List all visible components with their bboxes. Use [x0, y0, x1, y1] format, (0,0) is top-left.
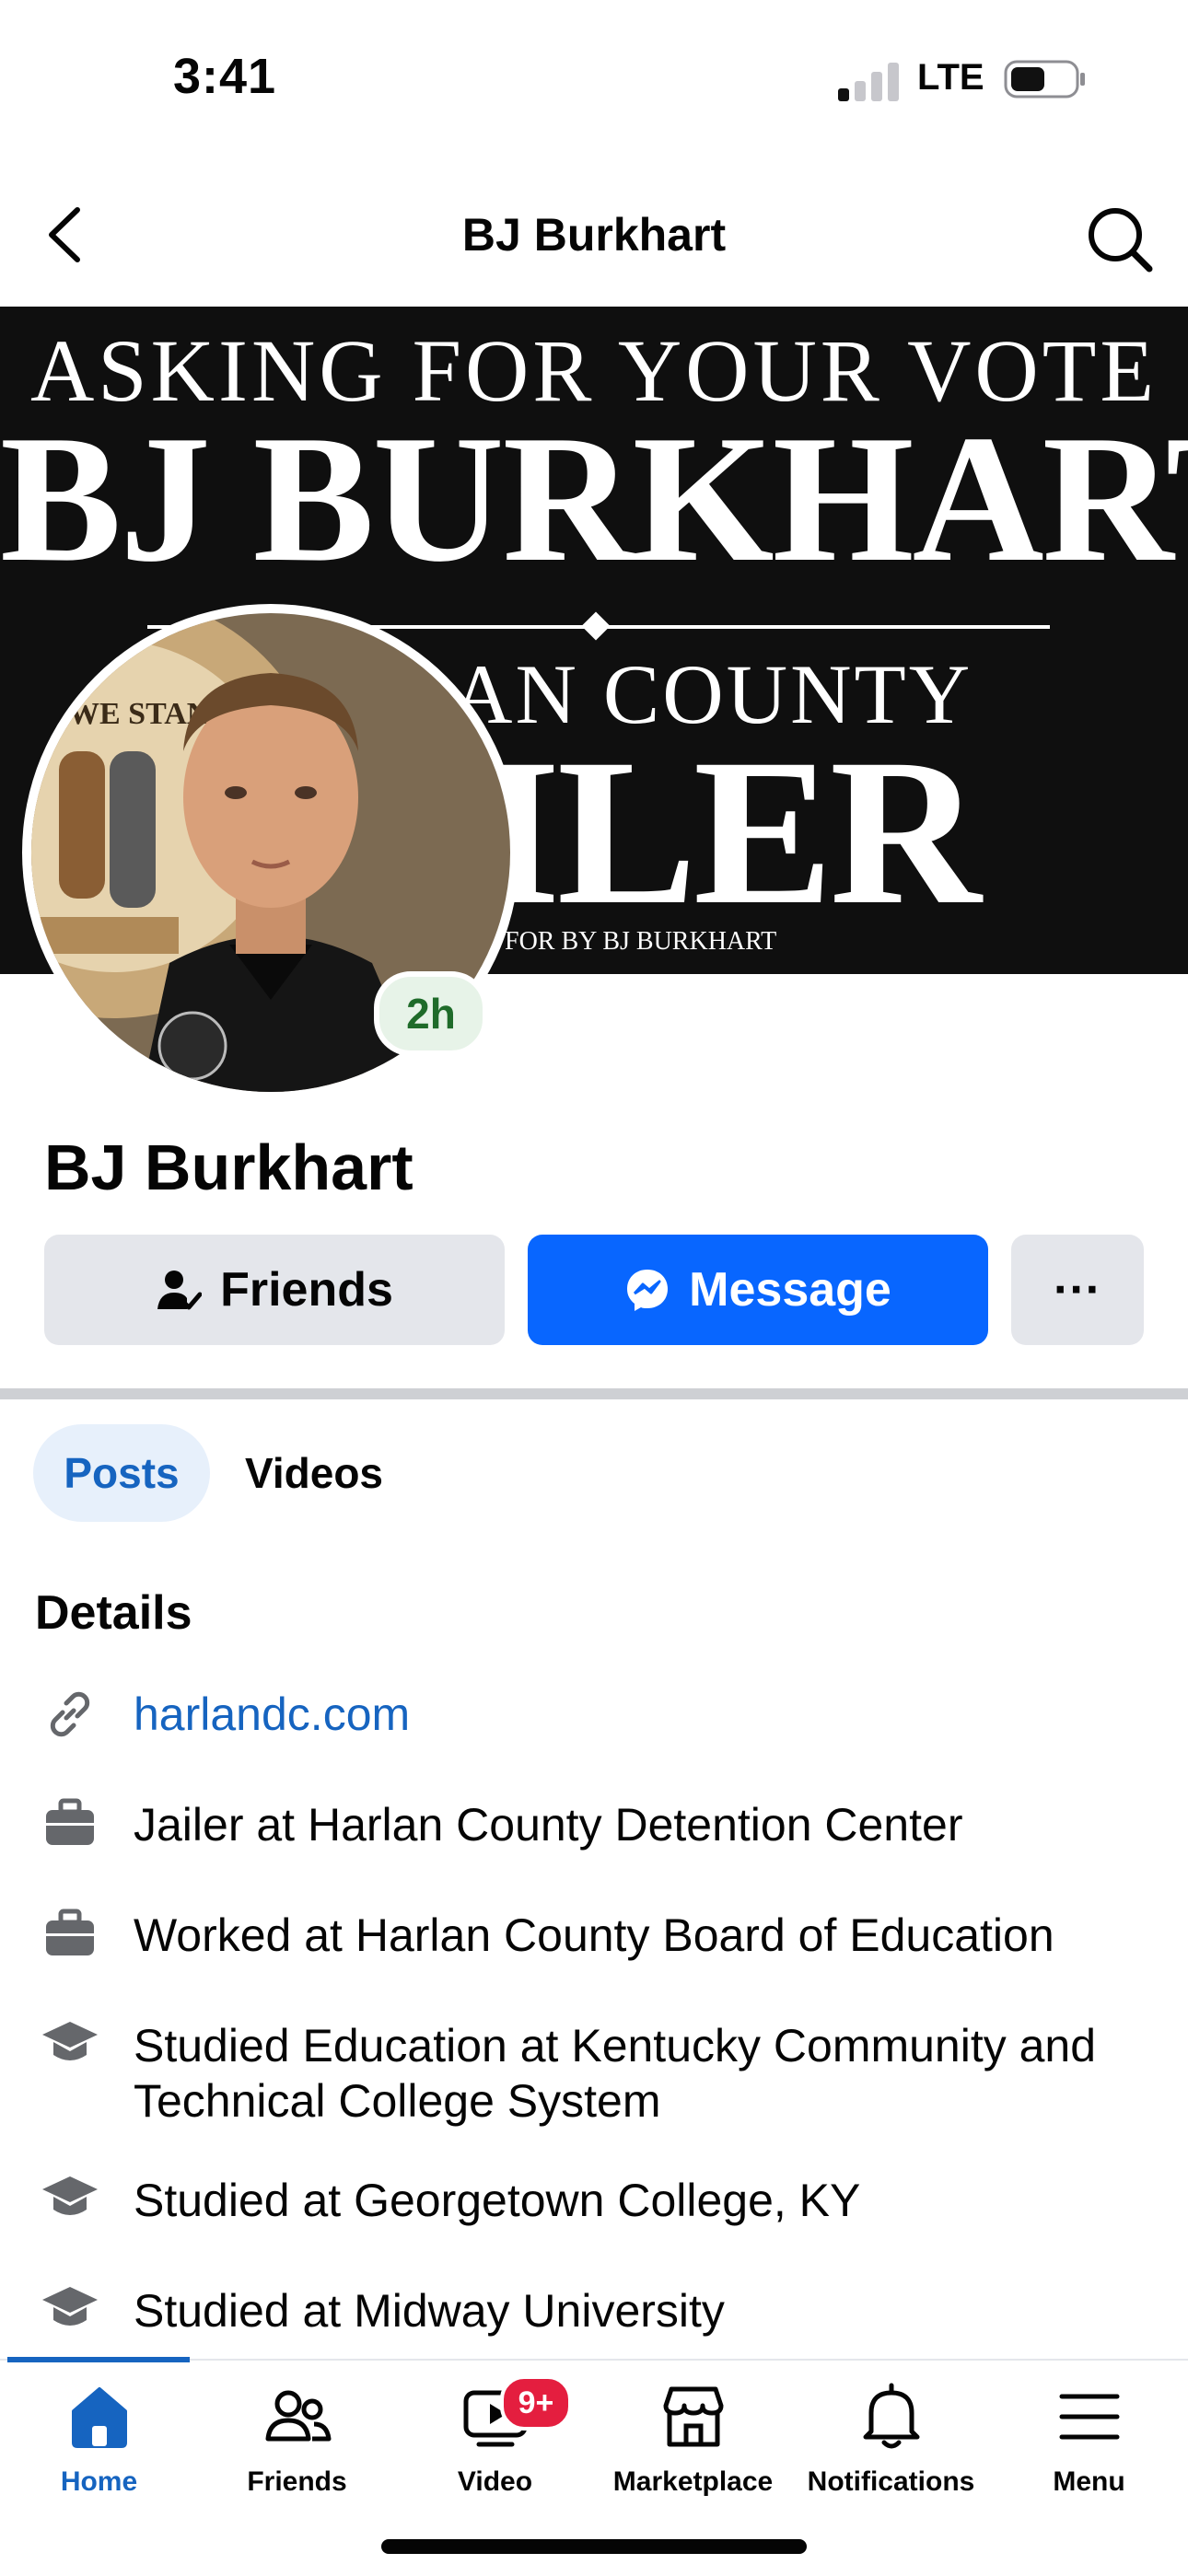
- nav-menu-label: Menu: [1053, 2466, 1125, 2497]
- friends-button-label: Friends: [220, 1263, 393, 1317]
- graduation-cap-icon: [42, 2287, 98, 2326]
- briefcase-icon: [46, 1798, 94, 1845]
- nav-video-label: Video: [457, 2466, 533, 2497]
- graduation-cap-icon: [42, 2176, 98, 2215]
- video-notification-badge: 9+: [500, 2375, 572, 2431]
- signal-icon: [838, 63, 899, 101]
- website-link[interactable]: harlandc.com: [134, 1687, 1147, 1742]
- cover-diamond: [581, 611, 611, 641]
- message-button-label: Message: [689, 1263, 891, 1317]
- bell-icon: [863, 2383, 919, 2449]
- graduation-cap-icon: [42, 2022, 98, 2060]
- cover-footer-text: FOR BY BJ BURKHART: [505, 927, 777, 956]
- nav-notifications[interactable]: Notifications: [792, 2380, 990, 2509]
- friend-check-icon: [157, 1271, 203, 1310]
- link-icon: [50, 1691, 90, 1737]
- briefcase-icon: [46, 1909, 94, 1955]
- menu-icon: [1059, 2394, 1119, 2440]
- battery-icon: [1004, 60, 1085, 99]
- detail-text-education-3: Studied at Midway University: [134, 2285, 725, 2337]
- message-button[interactable]: Message: [528, 1235, 988, 1345]
- page-title: BJ Burkhart: [461, 209, 727, 261]
- detail-text-education-1: Studied Education at Kentucky Community …: [134, 2020, 1097, 2127]
- nav-menu[interactable]: Menu: [990, 2380, 1188, 2509]
- nav-friends-label: Friends: [247, 2466, 347, 2497]
- cover-text-line-4: ILER: [479, 716, 982, 948]
- marketplace-icon: [663, 2386, 723, 2447]
- friends-button[interactable]: Friends: [44, 1235, 505, 1345]
- messenger-icon: [627, 1270, 669, 1311]
- home-indicator[interactable]: [381, 2539, 807, 2554]
- nav-marketplace-label: Marketplace: [612, 2466, 774, 2497]
- tab-videos[interactable]: Videos: [245, 1424, 383, 1522]
- home-icon: [71, 2387, 127, 2448]
- friends-icon: [265, 2390, 331, 2442]
- nav-active-indicator: [7, 2357, 190, 2362]
- nav-home[interactable]: Home: [0, 2380, 198, 2509]
- nav-friends[interactable]: Friends: [198, 2380, 396, 2509]
- nav-marketplace[interactable]: Marketplace: [594, 2380, 792, 2509]
- detail-text-education-2: Studied at Georgetown College, KY: [134, 2175, 861, 2226]
- search-icon[interactable]: [1085, 204, 1155, 274]
- details-heading: Details: [35, 1586, 192, 1640]
- network-label: LTE: [917, 57, 984, 98]
- nav-notifications-label: Notifications: [807, 2466, 975, 2497]
- status-time: 3:41: [173, 49, 277, 104]
- more-options-button[interactable]: ···: [1011, 1235, 1144, 1345]
- detail-text-past-job: Worked at Harlan County Board of Educati…: [134, 1909, 1054, 1961]
- cover-text-line-2: BJ BURKHART: [0, 398, 1188, 599]
- detail-text-job: Jailer at Harlan County Detention Center: [134, 1799, 963, 1851]
- story-time-badge: 2h: [374, 971, 488, 1056]
- tab-posts[interactable]: Posts: [33, 1424, 210, 1522]
- profile-name: BJ Burkhart: [44, 1131, 413, 1203]
- nav-home-label: Home: [60, 2466, 138, 2497]
- section-divider: [0, 1388, 1188, 1399]
